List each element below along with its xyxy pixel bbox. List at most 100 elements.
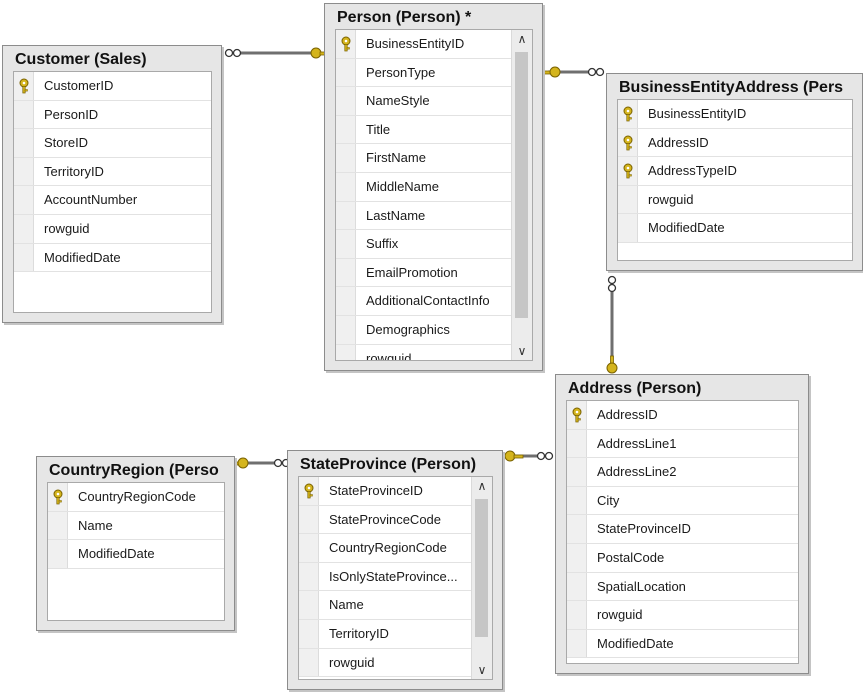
row-selector[interactable] [48, 511, 68, 540]
row-selector[interactable] [336, 115, 356, 144]
row-selector[interactable] [299, 562, 319, 591]
row-selector[interactable] [336, 172, 356, 201]
column-list[interactable]: CountryRegionCode Name ModifiedDate [47, 482, 225, 621]
column-row[interactable]: BusinessEntityID [336, 30, 512, 59]
column-row[interactable]: TerritoryID [14, 157, 211, 187]
row-selector[interactable] [567, 401, 587, 429]
column-row[interactable]: AddressTypeID [618, 157, 852, 186]
row-selector[interactable] [567, 429, 587, 458]
row-selector[interactable] [567, 486, 587, 515]
scroll-down-arrow-icon[interactable]: ∨ [472, 663, 492, 677]
column-row[interactable]: CustomerID [14, 72, 211, 101]
row-selector[interactable] [336, 87, 356, 115]
row-selector[interactable] [567, 629, 587, 658]
table-stateprovince[interactable]: StateProvince (Person) StateProvinceID St… [287, 450, 503, 690]
column-list[interactable]: CustomerID PersonID StoreID TerritoryID Acco… [13, 71, 212, 313]
column-row[interactable]: rowguid [299, 648, 472, 678]
row-selector[interactable] [336, 30, 356, 58]
column-row[interactable]: ModifiedDate [618, 214, 852, 243]
column-row[interactable]: TerritoryID [299, 619, 472, 649]
column-list[interactable]: StateProvinceID StateProvinceCode CountryR… [298, 476, 493, 680]
column-row[interactable]: Name [48, 511, 224, 541]
column-row[interactable]: AddressLine1 [567, 429, 798, 459]
column-row[interactable]: StateProvinceID [567, 515, 798, 544]
scroll-up-arrow-icon[interactable]: ∧ [512, 32, 532, 46]
column-row[interactable]: LastName [336, 201, 512, 231]
column-row[interactable]: PostalCode [567, 543, 798, 573]
row-selector[interactable] [336, 201, 356, 230]
column-row[interactable]: Title [336, 115, 512, 145]
row-selector[interactable] [336, 230, 356, 258]
row-selector[interactable] [14, 243, 34, 272]
column-row[interactable]: rowguid [618, 185, 852, 215]
column-row[interactable]: AccountNumber [14, 186, 211, 215]
column-row[interactable]: PersonType [336, 58, 512, 88]
column-row[interactable]: ModifiedDate [567, 629, 798, 659]
row-selector[interactable] [299, 619, 319, 648]
column-row[interactable]: AdditionalContactInfo [336, 287, 512, 316]
scrollbar-thumb[interactable] [475, 499, 488, 637]
column-row[interactable]: FirstName [336, 144, 512, 173]
column-row[interactable]: SpatialLocation [567, 572, 798, 602]
column-list[interactable]: AddressID AddressLine1 AddressLine2 City Sta… [566, 400, 799, 664]
column-row[interactable]: BusinessEntityID [618, 100, 852, 129]
row-selector[interactable] [14, 214, 34, 243]
row-selector[interactable] [567, 572, 587, 601]
row-selector[interactable] [299, 648, 319, 677]
table-customer[interactable]: Customer (Sales) CustomerID PersonID Store… [2, 45, 222, 323]
column-row[interactable]: rowguid [336, 344, 512, 360]
column-row[interactable]: Name [299, 591, 472, 620]
row-selector[interactable] [618, 100, 638, 128]
row-selector[interactable] [567, 458, 587, 486]
column-row[interactable]: Suffix [336, 230, 512, 259]
table-businessentityaddress[interactable]: BusinessEntityAddress (Pers BusinessEnti… [606, 73, 863, 271]
row-selector[interactable] [14, 186, 34, 214]
column-row[interactable]: AddressID [618, 128, 852, 158]
row-selector[interactable] [567, 543, 587, 572]
column-row[interactable]: StoreID [14, 129, 211, 158]
vertical-scrollbar[interactable]: ∧ ∨ [471, 477, 492, 679]
row-selector[interactable] [299, 505, 319, 534]
column-row[interactable]: StateProvinceID [299, 477, 472, 506]
column-row[interactable]: ModifiedDate [14, 243, 211, 273]
column-row[interactable]: AddressLine2 [567, 458, 798, 487]
column-row[interactable]: IsOnlyStateProvince... [299, 562, 472, 592]
row-selector[interactable] [567, 601, 587, 629]
column-row[interactable]: ModifiedDate [48, 540, 224, 569]
row-selector[interactable] [48, 540, 68, 568]
row-selector[interactable] [14, 100, 34, 129]
row-selector[interactable] [336, 144, 356, 172]
column-row[interactable]: AddressID [567, 401, 798, 430]
row-selector[interactable] [14, 157, 34, 186]
row-selector[interactable] [618, 128, 638, 157]
scroll-down-arrow-icon[interactable]: ∨ [512, 344, 532, 358]
row-selector[interactable] [299, 534, 319, 562]
column-row[interactable]: City [567, 486, 798, 516]
row-selector[interactable] [336, 287, 356, 315]
row-selector[interactable] [14, 129, 34, 157]
scroll-up-arrow-icon[interactable]: ∧ [472, 479, 492, 493]
column-row[interactable]: NameStyle [336, 87, 512, 116]
table-countryregion[interactable]: CountryRegion (Perso CountryRegionCode Na… [36, 456, 235, 631]
row-selector[interactable] [336, 315, 356, 344]
column-row[interactable]: StateProvinceCode [299, 505, 472, 535]
column-row[interactable]: CountryRegionCode [299, 534, 472, 563]
row-selector[interactable] [336, 58, 356, 87]
row-selector[interactable] [567, 515, 587, 543]
row-selector[interactable] [14, 72, 34, 100]
column-row[interactable]: rowguid [567, 601, 798, 630]
row-selector[interactable] [299, 477, 319, 505]
vertical-scrollbar[interactable]: ∧ ∨ [511, 30, 532, 360]
row-selector[interactable] [299, 591, 319, 619]
column-row[interactable]: Demographics [336, 315, 512, 345]
column-row[interactable]: EmailPromotion [336, 258, 512, 288]
row-selector[interactable] [618, 185, 638, 214]
row-selector[interactable] [48, 483, 68, 511]
row-selector[interactable] [618, 157, 638, 185]
column-list[interactable]: BusinessEntityID PersonType NameStyle Title… [335, 29, 533, 361]
table-person[interactable]: Person (Person) * BusinessEntityID Person… [324, 3, 543, 371]
scrollbar-thumb[interactable] [515, 52, 528, 318]
column-row[interactable]: CountryRegionCode [48, 483, 224, 512]
column-row[interactable]: MiddleName [336, 172, 512, 202]
table-address[interactable]: Address (Person) AddressID AddressLine1 Ad… [555, 374, 809, 674]
